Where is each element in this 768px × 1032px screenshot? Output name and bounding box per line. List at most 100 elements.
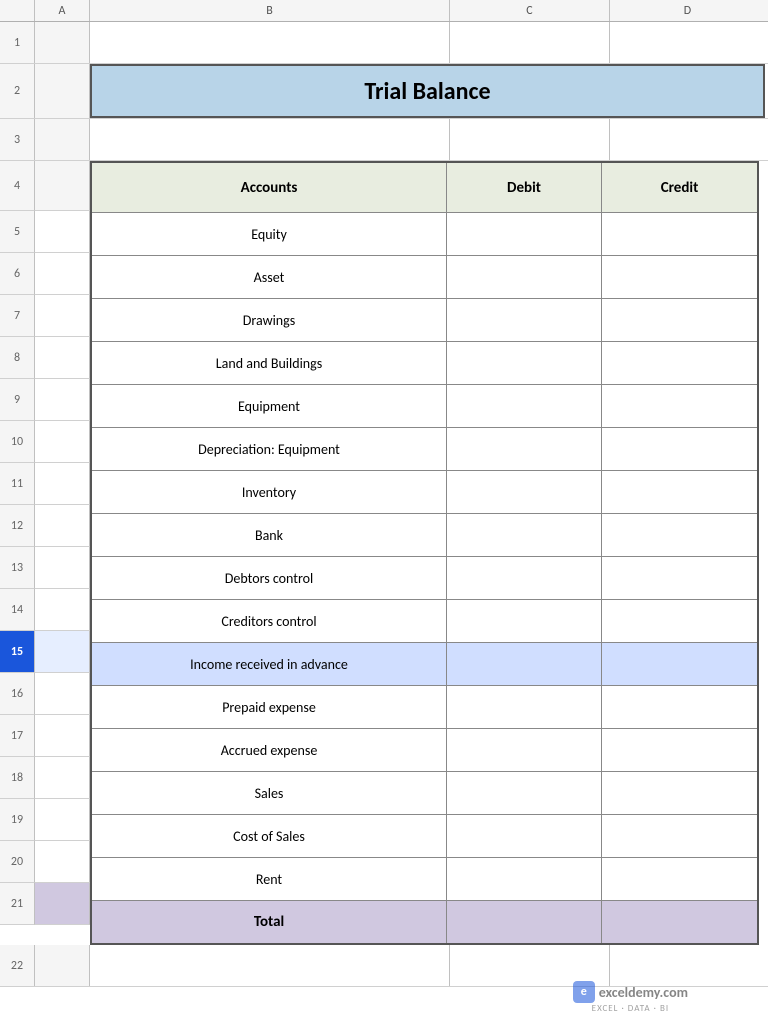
- row-bank: Bank: [92, 514, 757, 557]
- cell-13a: [35, 547, 90, 589]
- row-num-19: 19: [0, 799, 35, 841]
- row-sales: Sales: [92, 772, 757, 815]
- cell-equipment-credit: [602, 385, 757, 427]
- row-num-11: 11: [0, 463, 35, 505]
- row-depreciation: Depreciation: Equipment: [92, 428, 757, 471]
- row-num-16: 16: [0, 673, 35, 715]
- cell-cost-of-sales-debit: [447, 815, 602, 857]
- header-credit: Credit: [602, 163, 757, 212]
- cell-18a: [35, 757, 90, 799]
- cell-3a: [35, 119, 90, 160]
- cell-2a: [35, 64, 90, 118]
- cell-inventory: Inventory: [92, 471, 447, 513]
- row-asset: Asset: [92, 256, 757, 299]
- row-inventory: Inventory: [92, 471, 757, 514]
- cell-asset: Asset: [92, 256, 447, 298]
- cell-3b: [90, 119, 450, 160]
- cell-22c: [450, 945, 610, 986]
- cell-accrued-credit: [602, 729, 757, 771]
- row-num-15: 15: [0, 631, 35, 673]
- row-num-17: 17: [0, 715, 35, 757]
- cell-accrued-debit: [447, 729, 602, 771]
- row-debtors: Debtors control: [92, 557, 757, 600]
- cell-equipment: Equipment: [92, 385, 447, 427]
- cell-16a: [35, 673, 90, 715]
- cell-prepaid-debit: [447, 686, 602, 728]
- cell-bank-debit: [447, 514, 602, 556]
- cell-8a: [35, 337, 90, 379]
- row-num-18: 18: [0, 757, 35, 799]
- cell-6a: [35, 253, 90, 295]
- row-num-2: 2: [0, 64, 35, 118]
- row-equity: Equity: [92, 213, 757, 256]
- watermark-icon: e: [573, 981, 595, 1003]
- cell-1d: [610, 22, 765, 63]
- cell-equity-credit: [602, 213, 757, 255]
- row-num-8: 8: [0, 337, 35, 379]
- cell-rent-credit: [602, 858, 757, 900]
- row-income-advance: Income received in advance: [92, 643, 757, 686]
- cell-total-credit: [602, 901, 757, 943]
- cell-inventory-credit: [602, 471, 757, 513]
- cell-4a: [35, 161, 90, 211]
- row-num-14: 14: [0, 589, 35, 631]
- cell-creditors-debit: [447, 600, 602, 642]
- cell-1a: [35, 22, 90, 63]
- watermark-logo: e exceldemy.com: [573, 981, 688, 1003]
- row-num-20: 20: [0, 841, 35, 883]
- cell-cost-of-sales: Cost of Sales: [92, 815, 447, 857]
- cell-equity-debit: [447, 213, 602, 255]
- row-num-9: 9: [0, 379, 35, 421]
- row-land-buildings: Land and Buildings: [92, 342, 757, 385]
- table-wrapper: 4 5 6 7 8 9 10 11 12 13 14 15 16: [0, 161, 768, 945]
- cell-21a: [35, 883, 90, 925]
- cell-land-buildings: Land and Buildings: [92, 342, 447, 384]
- row-num-3: 3: [0, 119, 35, 160]
- cell-prepaid: Prepaid expense: [92, 686, 447, 728]
- cell-total-debit: [447, 901, 602, 943]
- cell-sales-debit: [447, 772, 602, 814]
- row-accrued: Accrued expense: [92, 729, 757, 772]
- cell-10a: [35, 421, 90, 463]
- cell-debtors: Debtors control: [92, 557, 447, 599]
- cell-rent: Rent: [92, 858, 447, 900]
- cell-bank-credit: [602, 514, 757, 556]
- row-drawings: Drawings: [92, 299, 757, 342]
- table-header-row: Accounts Debit Credit: [92, 163, 757, 213]
- cell-total: Total: [92, 901, 447, 943]
- cell-5a: [35, 211, 90, 253]
- col-header-c: C: [450, 0, 610, 21]
- cell-sales-credit: [602, 772, 757, 814]
- row-1: 1: [0, 22, 768, 64]
- watermark: e exceldemy.com EXCEL · DATA · BI: [573, 981, 688, 1014]
- row-equipment: Equipment: [92, 385, 757, 428]
- cell-20a: [35, 841, 90, 883]
- header-debit: Debit: [447, 163, 602, 212]
- row-cost-of-sales: Cost of Sales: [92, 815, 757, 858]
- row-rent: Rent: [92, 858, 757, 901]
- cell-land-buildings-credit: [602, 342, 757, 384]
- cell-11a: [35, 463, 90, 505]
- cell-debtors-credit: [602, 557, 757, 599]
- cell-equipment-debit: [447, 385, 602, 427]
- cell-depreciation: Depreciation: Equipment: [92, 428, 447, 470]
- row-num-12: 12: [0, 505, 35, 547]
- row-3: 3: [0, 119, 768, 161]
- cell-bank: Bank: [92, 514, 447, 556]
- column-headers: A B C D: [0, 0, 768, 22]
- row-num-13: 13: [0, 547, 35, 589]
- row-prepaid: Prepaid expense: [92, 686, 757, 729]
- cell-drawings-credit: [602, 299, 757, 341]
- cell-equity: Equity: [92, 213, 447, 255]
- cell-creditors: Creditors control: [92, 600, 447, 642]
- cell-22a: [35, 945, 90, 986]
- cell-income-advance-debit: [447, 643, 602, 685]
- col-header-d: D: [610, 0, 765, 21]
- cell-cost-of-sales-credit: [602, 815, 757, 857]
- cell-rent-debit: [447, 858, 602, 900]
- row-num-1: 1: [0, 22, 35, 63]
- main-table: Accounts Debit Credit Equity: [90, 161, 759, 945]
- cell-22d: [610, 945, 765, 986]
- cell-depreciation-credit: [602, 428, 757, 470]
- header-accounts: Accounts: [92, 163, 447, 212]
